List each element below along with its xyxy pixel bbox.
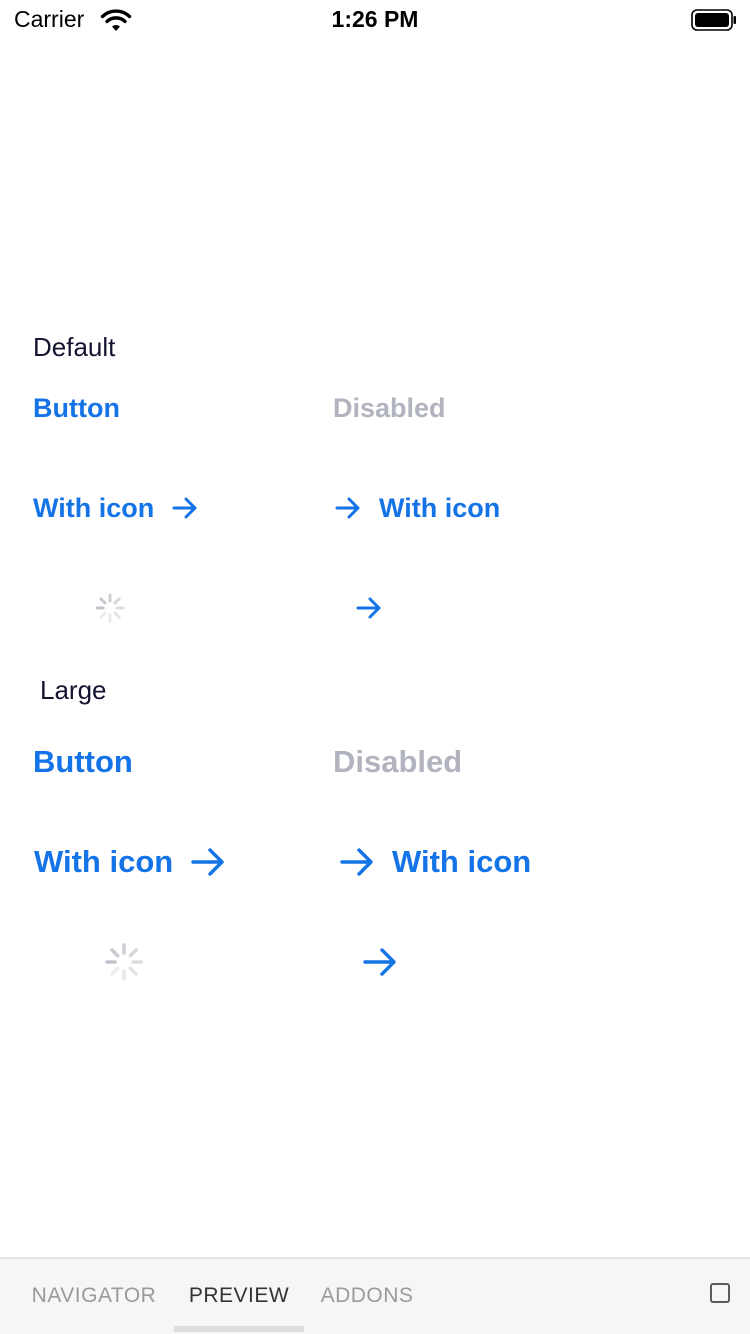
arrow-right-icon	[356, 597, 381, 619]
status-time: 1:26 PM	[331, 6, 419, 32]
arrow-right-icon	[363, 948, 396, 976]
arrow-right-icon	[172, 497, 197, 519]
default-disabled-button: Disabled	[333, 388, 446, 428]
button-label: Button	[33, 392, 120, 423]
fullscreen-checkbox[interactable]	[710, 1283, 730, 1303]
tab-preview[interactable]: PREVIEW	[174, 1259, 304, 1332]
battery-icon	[691, 9, 736, 31]
button-label: With icon	[33, 492, 155, 523]
bottom-tab-bar: NAVIGATOR PREVIEW ADDONS	[0, 1257, 750, 1334]
button-label: Button	[33, 744, 133, 779]
default-loading-button	[94, 592, 126, 624]
large-icon-only-button[interactable]	[363, 940, 397, 984]
button-label: Disabled	[333, 392, 446, 423]
default-with-icon-left-button[interactable]: With icon	[335, 488, 500, 528]
button-label: With icon	[392, 844, 532, 879]
default-icon-only-button[interactable]	[356, 588, 382, 628]
large-with-icon-right-button[interactable]: With icon	[34, 840, 225, 884]
default-button[interactable]: Button	[33, 388, 120, 428]
loading-spinner-icon	[95, 593, 125, 623]
button-label: With icon	[34, 844, 174, 879]
arrow-right-icon	[340, 848, 373, 876]
arrow-right-icon	[335, 497, 360, 519]
tab-addons[interactable]: ADDONS	[308, 1259, 426, 1332]
active-tab-indicator	[174, 1326, 304, 1332]
tab-navigator[interactable]: NAVIGATOR	[18, 1259, 170, 1332]
section-label-large: Large	[40, 675, 107, 705]
status-bar: Carrier 1:26 PM	[0, 0, 750, 40]
tab-label: PREVIEW	[188, 1283, 290, 1307]
button-label: With icon	[379, 492, 501, 523]
section-label-default: Default	[33, 332, 116, 362]
tab-label: ADDONS	[320, 1283, 414, 1307]
large-button[interactable]: Button	[33, 740, 133, 784]
large-loading-button	[104, 942, 144, 982]
large-disabled-button: Disabled	[333, 740, 462, 784]
large-with-icon-left-button[interactable]: With icon	[340, 840, 531, 884]
tab-label: NAVIGATOR	[31, 1283, 157, 1307]
default-with-icon-right-button[interactable]: With icon	[33, 488, 198, 528]
loading-spinner-icon	[105, 943, 143, 981]
arrow-right-icon	[191, 848, 224, 876]
button-label: Disabled	[333, 744, 463, 779]
